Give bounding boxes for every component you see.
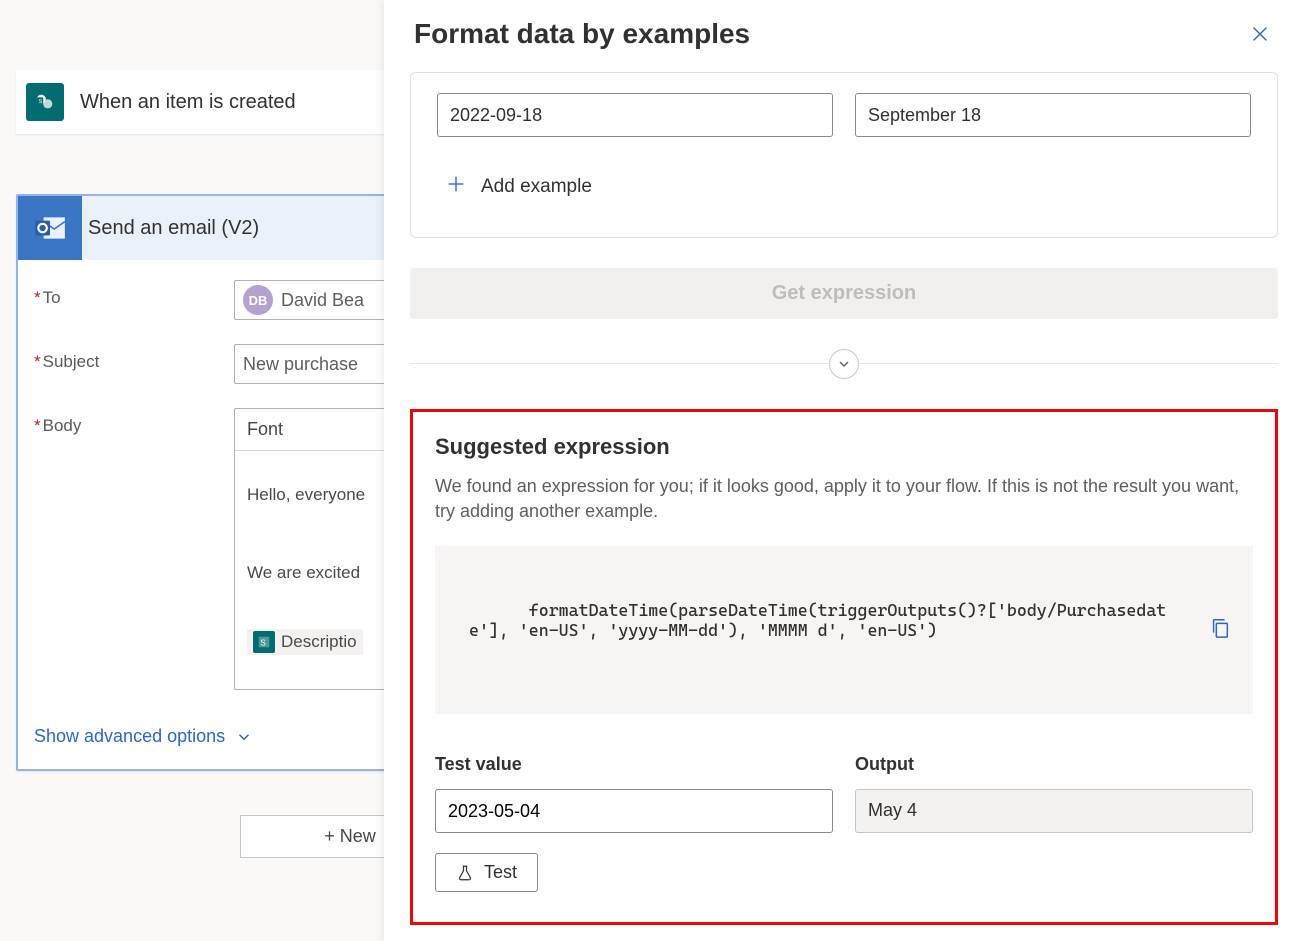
separator: [410, 349, 1278, 379]
copy-button[interactable]: [1129, 595, 1231, 665]
copy-icon: [1209, 615, 1231, 641]
suggestion-card: Suggested expression We found an express…: [410, 409, 1278, 925]
panel-title: Format data by examples: [414, 18, 750, 50]
expression-code: formatDateTime(parseDateTime(triggerOutp…: [435, 546, 1253, 714]
output-value: May 4: [855, 789, 1253, 833]
dynamic-content-token[interactable]: S Descriptio: [247, 629, 363, 655]
svg-text:S: S: [261, 639, 266, 648]
test-button[interactable]: Test: [435, 853, 538, 892]
get-expression-button[interactable]: Get expression: [410, 268, 1278, 319]
plus-icon: [445, 173, 467, 201]
person-name: David Bea: [281, 290, 364, 311]
suggestion-description: We found an expression for you; if it lo…: [435, 474, 1253, 524]
flask-icon: [456, 863, 474, 883]
suggestion-title: Suggested expression: [435, 434, 1253, 460]
test-value-label: Test value: [435, 754, 833, 775]
body-label: *Body: [34, 408, 234, 436]
avatar: DB: [243, 285, 273, 315]
expand-button[interactable]: [829, 349, 859, 379]
chevron-down-icon: [836, 356, 852, 372]
to-label: *To: [34, 280, 234, 308]
outlook-icon: [18, 196, 82, 260]
close-button[interactable]: [1246, 20, 1274, 48]
example-input[interactable]: [437, 93, 833, 137]
action-title: Send an email (V2): [82, 217, 259, 240]
subject-label: *Subject: [34, 344, 234, 372]
close-icon: [1249, 23, 1271, 45]
person-chip[interactable]: DB David Bea: [243, 285, 364, 315]
sharepoint-icon: S: [16, 71, 74, 133]
trigger-title: When an item is created: [74, 91, 296, 114]
example-output[interactable]: [855, 93, 1251, 137]
format-data-panel: Format data by examples Add example Get …: [384, 0, 1304, 941]
chevron-down-icon: [235, 728, 253, 746]
sharepoint-icon: S: [253, 631, 275, 653]
svg-text:S: S: [39, 99, 43, 105]
examples-card: Add example: [410, 72, 1278, 238]
add-example-button[interactable]: Add example: [445, 173, 1251, 201]
test-value-input[interactable]: [435, 789, 833, 833]
output-label: Output: [855, 754, 1253, 775]
